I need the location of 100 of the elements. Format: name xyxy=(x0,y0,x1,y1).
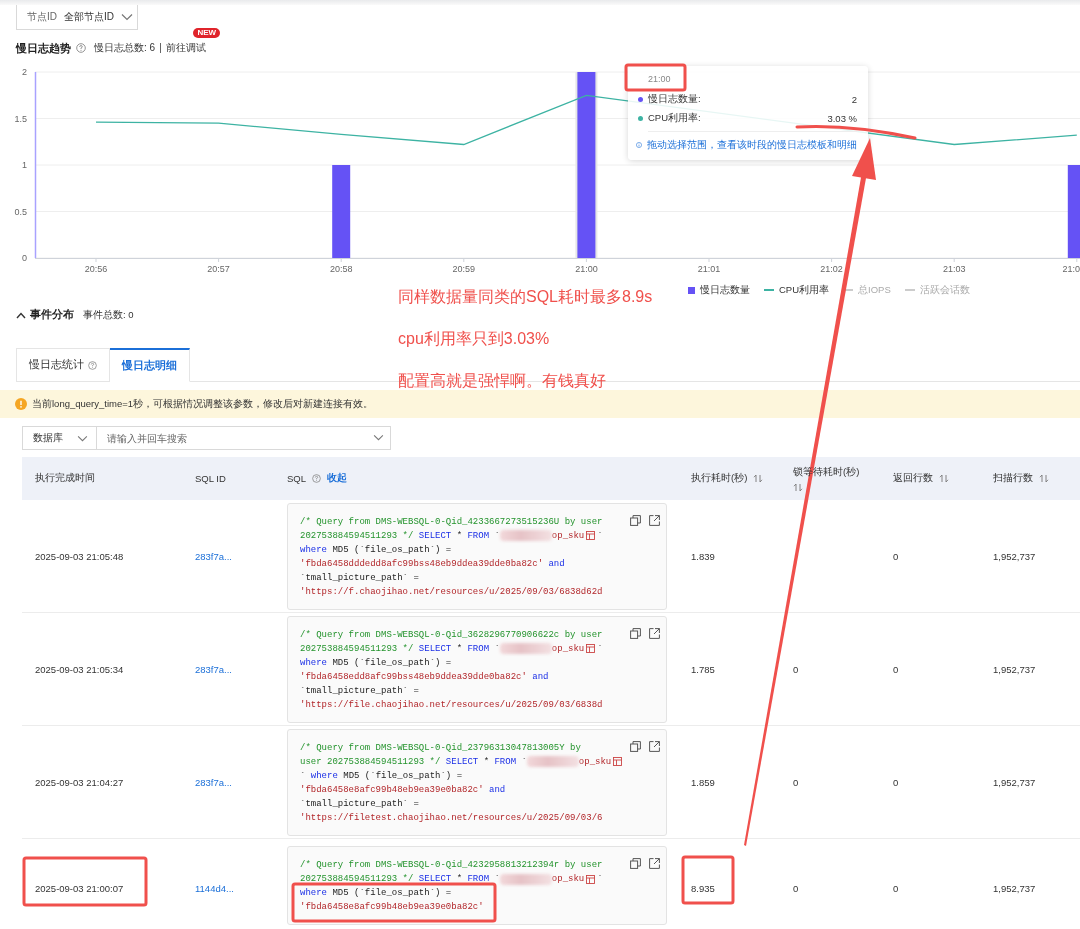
code-line: 'fbda6458edd8afc99bss48eb9ddea39dde0ba82c' and xyxy=(300,670,549,684)
chevron-down-icon xyxy=(121,13,133,21)
table-cell: 0 xyxy=(893,776,899,788)
table-cell: 1,952,737 xyxy=(993,776,1036,788)
y-axis-label: 1.5 xyxy=(14,113,27,124)
tooltip-value: 3.03 % xyxy=(827,113,857,124)
code-line: `tmall_picture_path` = xyxy=(300,797,419,811)
sql-id-link[interactable]: 283f7a... xyxy=(195,550,232,562)
code-line: `tmall_picture_path` = xyxy=(300,571,419,585)
tooltip-label: 慢日志数量: xyxy=(648,93,701,106)
code-line: 'https://f.chaojihao.net/resources/u/2025/09/03/6838d62d xyxy=(300,585,603,599)
info-icon xyxy=(636,140,642,150)
code-line: 'fbda6458e8afc99b48eb9ea39e0ba82c' xyxy=(300,901,484,914)
tooltip-value: 2 xyxy=(851,94,857,105)
highlight-box xyxy=(681,855,735,905)
x-axis-label: 21:0 xyxy=(1062,264,1080,274)
code-line: user 202753884594511293 */ SELECT * FROM ` op_sku xyxy=(300,754,625,769)
column-header: SQL xyxy=(287,473,306,484)
table-icon xyxy=(586,531,596,540)
x-axis-label: 21:02 xyxy=(820,264,843,274)
caret-up-icon[interactable] xyxy=(16,311,26,319)
collapse-link[interactable]: 收起 xyxy=(327,472,347,485)
table-icon xyxy=(586,644,596,653)
x-axis-label: 21:03 xyxy=(942,264,966,274)
external-link-icon[interactable] xyxy=(649,627,660,639)
legend-item[interactable]: 慢日志数量 xyxy=(688,283,750,297)
code-line: /* Query from DMS-WEBSQL-0-Qid_4232958813212394r by user xyxy=(300,859,603,872)
table-cell: 1,952,737 xyxy=(993,882,1036,894)
sort-icon[interactable] xyxy=(939,474,949,483)
table-cell: 2025-09-03 21:04:27 xyxy=(35,776,124,788)
copy-icon[interactable] xyxy=(630,514,641,526)
copy-icon[interactable] xyxy=(630,858,641,869)
column-header: 扫描行数 xyxy=(993,472,1033,485)
total-count: 慢日志总数: 6 xyxy=(94,41,156,55)
x-axis-label: 21:01 xyxy=(697,264,721,274)
node-select[interactable]: 节点ID 全部节点ID xyxy=(16,5,138,30)
annotation-note: 同样数据量同类的SQL耗时最多8.9s xyxy=(398,287,653,307)
table-cell: 2025-09-03 21:05:34 xyxy=(35,663,124,675)
code-line: where MD5 (`file_os_path`) = xyxy=(300,887,452,900)
external-link-icon[interactable] xyxy=(649,514,660,526)
table-cell: 0 xyxy=(793,776,799,788)
sort-icon[interactable] xyxy=(793,482,803,492)
external-link-icon[interactable] xyxy=(649,858,660,869)
y-axis-label: 0 xyxy=(22,253,27,263)
annotation-note: cpu利用率只到3.03% xyxy=(398,329,551,349)
tab[interactable]: 慢日志统计 xyxy=(16,348,110,382)
legend-item[interactable]: CPU利用率 xyxy=(764,283,830,297)
tooltip-time: 21:00 xyxy=(648,74,672,86)
code-line: where MD5 (`file_os_path`) = xyxy=(300,543,452,557)
blurred-patch xyxy=(499,643,552,654)
table-cell: 0 xyxy=(893,663,899,675)
code-line: 'https://filetest.chaojihao.net/resources/u/2025/09/03/6 xyxy=(300,811,603,825)
search-field[interactable]: 请输入并回车搜索 xyxy=(97,426,391,450)
y-axis-label: 1 xyxy=(22,160,27,170)
highlight-box xyxy=(624,63,687,92)
database-select[interactable]: 数据库 xyxy=(22,426,97,450)
sql-id-link[interactable]: 283f7a... xyxy=(195,663,232,675)
chevron-down-icon xyxy=(373,434,384,441)
blurred-patch xyxy=(499,873,552,885)
y-axis-label: 0.5 xyxy=(14,206,27,217)
copy-icon[interactable] xyxy=(630,740,641,752)
column-header: 执行耗时(秒) xyxy=(691,472,748,485)
table-cell: 0 xyxy=(893,550,899,562)
event-count: 事件总数: 0 xyxy=(83,308,134,322)
section-title: 慢日志趋势 xyxy=(16,40,71,56)
tooltip-hint: 拖动选择范围，查看该时段的慢日志模板和明细 xyxy=(647,138,857,152)
code-line: ` where MD5 (`file_os_path`) = xyxy=(300,769,463,783)
x-axis-label: 20:56 xyxy=(84,264,108,274)
debug-link[interactable]: 前往调试 xyxy=(166,42,207,53)
blurred-patch xyxy=(499,530,552,541)
x-axis-label: 20:57 xyxy=(207,264,230,274)
table-cell: 1.859 xyxy=(691,776,715,788)
sort-icon[interactable] xyxy=(753,474,764,483)
sort-icon[interactable] xyxy=(1039,474,1049,483)
sql-id-link[interactable]: 1144d4... xyxy=(195,882,234,894)
tab[interactable]: 慢日志明细 xyxy=(110,348,190,382)
column-header: 返回行数 xyxy=(893,472,933,485)
warning-icon xyxy=(15,398,27,410)
code-line: 202753884594511293 */ SELECT * FROM ` op_sku ` xyxy=(300,642,603,656)
copy-icon[interactable] xyxy=(630,627,641,639)
code-line: 'fbda6458e8afc99b48eb9ea39e0ba82c' and xyxy=(300,783,506,797)
code-line: /* Query from DMS-WEBSQL-0-Qid_3628296770906622c by user xyxy=(300,628,603,642)
table-cell: 8.935 xyxy=(691,882,715,894)
chevron-down-icon xyxy=(77,434,88,442)
new-badge: NEW xyxy=(193,28,221,38)
code-line: 'https://file.chaojihao.net/resources/u/2025/09/03/6838d xyxy=(300,698,603,712)
table-cell: 1,952,737 xyxy=(993,663,1036,675)
code-line: `tmall_picture_path` = xyxy=(300,684,419,698)
code-line: where MD5 (`file_os_path`) = xyxy=(300,656,452,670)
code-line: /* Query from DMS-WEBSQL-0-Qid_4233667273515236U by user xyxy=(300,515,603,529)
external-link-icon[interactable] xyxy=(649,740,660,752)
table-cell: 1.785 xyxy=(691,663,715,675)
table-icon xyxy=(586,874,596,884)
table-cell: 0 xyxy=(793,882,799,894)
code-line: 202753884594511293 */ SELECT * FROM ` op_sku ` xyxy=(300,872,603,886)
column-header: 执行完成时间 xyxy=(35,472,95,485)
table-cell: 1.839 xyxy=(691,550,715,562)
notice-text: 当前long_query_time=1秒，可根据情况调整该参数，修改后对新建连接有效。 xyxy=(32,397,374,411)
sql-id-link[interactable]: 283f7a... xyxy=(195,776,232,788)
help-icon[interactable] xyxy=(76,43,86,53)
